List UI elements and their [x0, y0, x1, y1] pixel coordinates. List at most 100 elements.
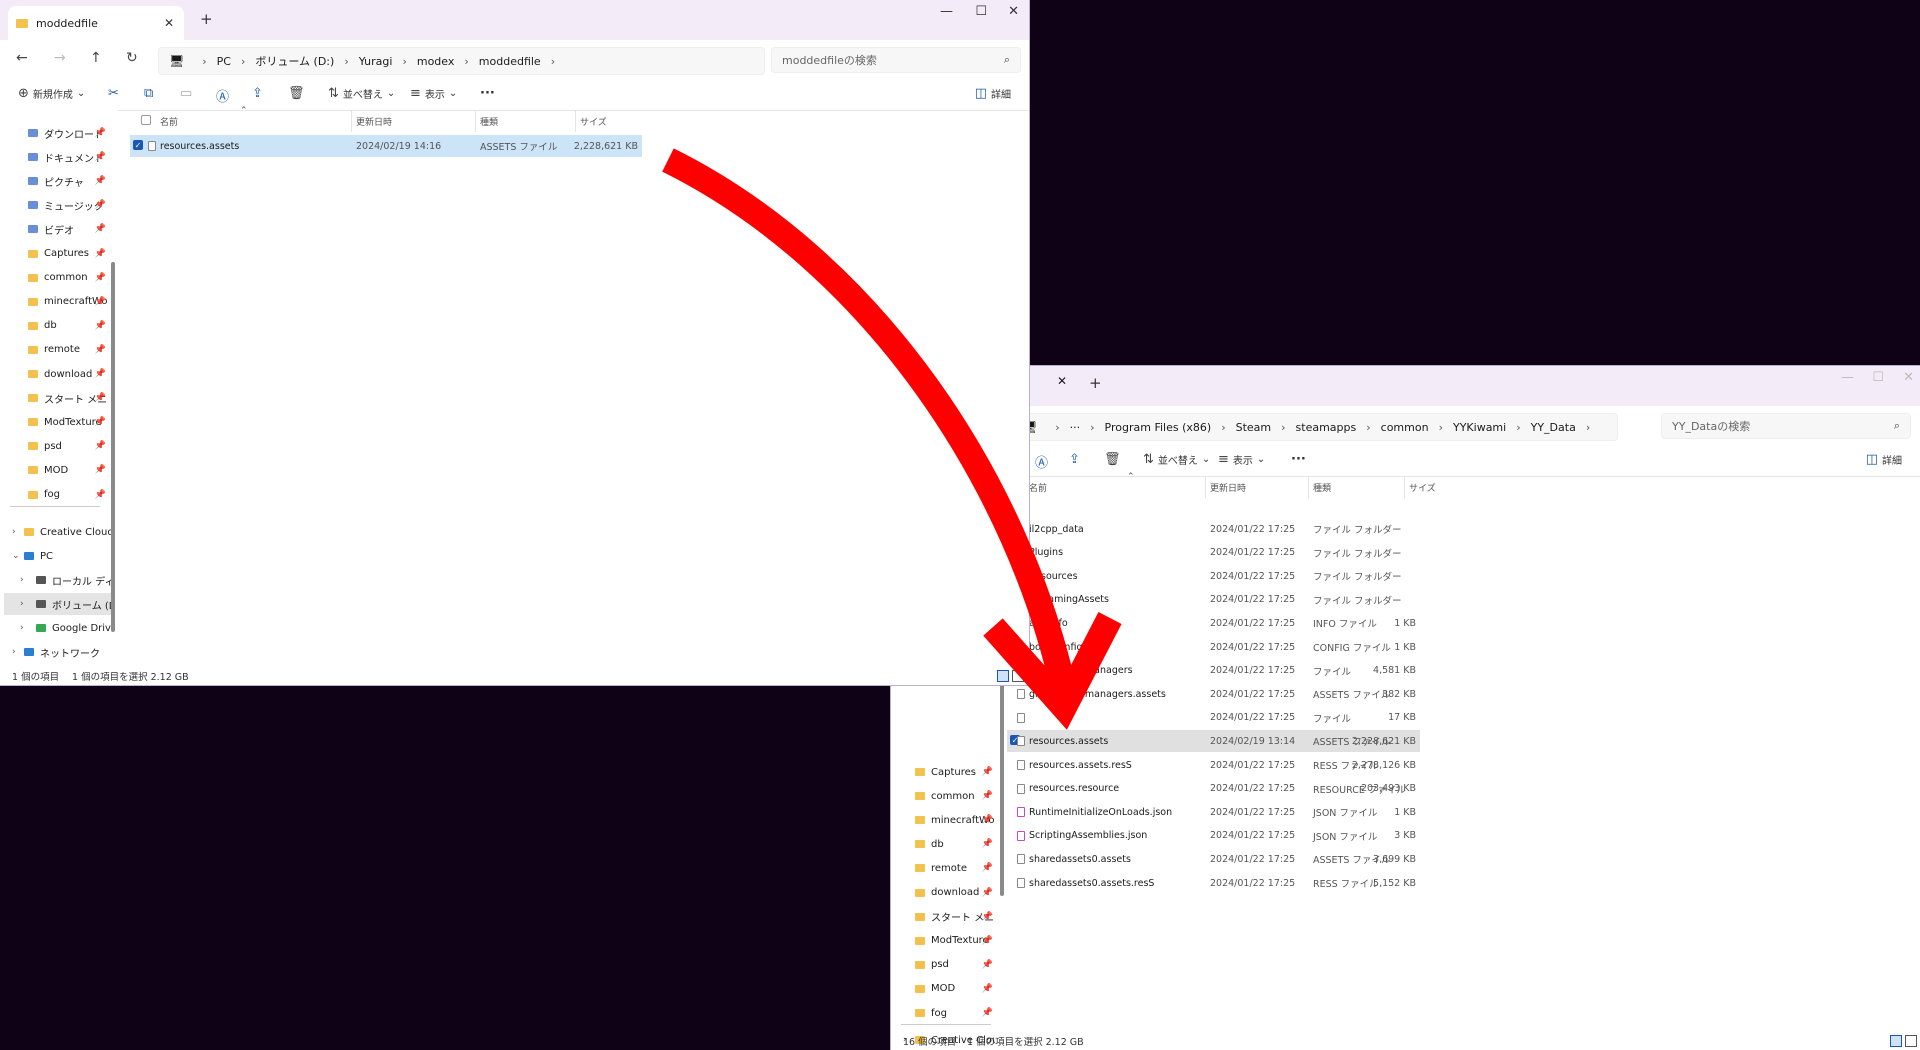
column-separator[interactable] [1205, 476, 1206, 498]
quick-access-item[interactable]: download 📌 [0, 363, 108, 385]
breadcrumb-segment[interactable]: Yuragi [359, 55, 393, 68]
file-row[interactable]: 2024/01/22 17:25 ファイル 17 KB [1007, 707, 1420, 729]
view-button[interactable]: ≡ 表示 ⌄ [1218, 452, 1265, 467]
sort-button[interactable]: ⇅ 並べ替え ⌄ [1143, 452, 1210, 467]
file-row[interactable]: ✓ resources.assets 2024/02/19 14:16 ASSETS … [130, 135, 642, 157]
column-separator[interactable] [1308, 476, 1309, 498]
column-separator[interactable] [1404, 476, 1405, 498]
details-view-button[interactable] [1890, 1035, 1902, 1047]
file-row[interactable]: resources.assets.resS 2024/01/22 17:25 RES… [1007, 754, 1420, 776]
quick-access-item[interactable]: ModTexture 📌 [0, 411, 108, 433]
file-row[interactable]: Plugins 2024/01/22 17:25 ファイル フォルダー [1007, 542, 1420, 564]
breadcrumb-segment[interactable]: ボリューム (D:) [255, 53, 334, 69]
refresh-button[interactable]: ↻ [126, 50, 138, 66]
nav-scrollbar[interactable] [1000, 656, 1004, 896]
quick-access-item[interactable]: MOD 📌 [0, 459, 108, 481]
quick-access-item[interactable]: remote 📌 [891, 857, 995, 879]
new-tab-button[interactable]: + [1089, 374, 1102, 392]
row-checkbox[interactable]: ✓ [133, 140, 143, 150]
column-header[interactable]: サイズ [580, 115, 607, 128]
forward-button[interactable]: → [54, 50, 66, 66]
column-header[interactable]: 更新日時 [356, 115, 392, 128]
search-input[interactable]: YY_Dataの検索 ⌕ [1661, 413, 1911, 439]
column-separator[interactable] [475, 110, 476, 132]
quick-access-item[interactable]: common 📌 [0, 267, 108, 289]
up-button[interactable]: ↑ [90, 50, 102, 66]
paste-button[interactable]: ▭ [180, 86, 192, 101]
chevron-right-icon[interactable]: › [20, 599, 24, 609]
quick-access-item[interactable]: ミュージック 📌 [0, 194, 108, 216]
close-tab-icon[interactable]: ✕ [164, 16, 174, 30]
column-header[interactable]: 更新日時 [1210, 481, 1246, 494]
tiles-view-button[interactable] [1012, 670, 1024, 682]
view-button[interactable]: ≡ 表示 ⌄ [410, 86, 457, 101]
details-view-button[interactable] [997, 670, 1009, 682]
cut-button[interactable]: ✂ [108, 86, 119, 101]
quick-access-item[interactable]: ダウンロード 📌 [0, 122, 108, 144]
file-row[interactable]: RuntimeInitializeOnLoads.json 2024/01/22 … [1007, 801, 1420, 823]
quick-access-item[interactable]: remote 📌 [0, 339, 108, 361]
quick-access-item[interactable]: psd 📌 [0, 435, 108, 457]
quick-access-item[interactable]: ピクチャ 📌 [0, 170, 108, 192]
quick-access-item[interactable]: psd 📌 [891, 954, 995, 976]
tree-item[interactable]: ⌄ PC [4, 545, 112, 567]
close-button[interactable]: ✕ [1008, 4, 1019, 19]
quick-access-item[interactable]: fog 📌 [891, 1002, 995, 1024]
rename-button[interactable]: Ⓐ [1035, 452, 1048, 471]
delete-button[interactable]: 🗑 [288, 86, 305, 101]
nav-scrollbar[interactable] [111, 262, 115, 632]
tree-item[interactable]: › Creative Cloud Files [4, 521, 112, 543]
details-button[interactable]: ◫ 詳細 [975, 86, 1011, 101]
file-row[interactable]: sharedassets0.assets.resS 2024/01/22 17:2… [1007, 872, 1420, 894]
chevron-right-icon[interactable]: › [12, 647, 16, 657]
maximize-button[interactable]: ☐ [1872, 370, 1884, 385]
breadcrumb-segment[interactable]: common [1381, 421, 1429, 434]
quick-access-item[interactable]: download 📌 [891, 882, 995, 904]
more-options-button[interactable]: ··· [480, 86, 495, 101]
file-row[interactable]: boot.config 2024/01/22 17:25 CONFIG ファイル 1 … [1007, 636, 1420, 658]
share-button[interactable]: ⇪ [252, 86, 263, 101]
breadcrumb-segment[interactable]: Program Files (x86) [1105, 421, 1212, 434]
breadcrumb-segment[interactable]: modex [417, 55, 455, 68]
quick-access-item[interactable]: MOD 📌 [891, 978, 995, 1000]
column-separator[interactable] [351, 110, 352, 132]
search-icon[interactable]: ⌕ [1004, 53, 1010, 67]
chevron-right-icon[interactable]: › [20, 623, 24, 633]
quick-access-item[interactable]: スタート メニュー📌 [891, 906, 995, 928]
rename-button[interactable]: Ⓐ [216, 86, 229, 105]
details-button[interactable]: ◫ 詳細 [1866, 452, 1902, 467]
copy-button[interactable]: ⧉ [144, 86, 153, 101]
chevron-right-icon[interactable]: › [20, 575, 24, 585]
close-button[interactable]: ✕ [1903, 370, 1914, 385]
breadcrumb-segment[interactable]: PC [217, 55, 231, 68]
column-header[interactable]: 種類 [480, 115, 498, 128]
quick-access-item[interactable]: Captures 📌 [891, 761, 995, 783]
file-row[interactable]: il2cpp_data 2024/01/22 17:25 ファイル フォルダー [1007, 518, 1420, 540]
breadcrumb-segment[interactable]: YYKiwami [1453, 421, 1506, 434]
more-options-button[interactable]: ··· [1291, 452, 1306, 467]
quick-access-item[interactable]: Captures 📌 [0, 243, 108, 265]
file-row[interactable]: app.info 2024/01/22 17:25 INFO ファイル 1 KB [1007, 612, 1420, 634]
file-row[interactable]: StreamingAssets 2024/01/22 17:25 ファイル フォルダ… [1007, 589, 1420, 611]
close-tab-icon[interactable]: ✕ [1057, 374, 1067, 388]
more-icon[interactable]: ··· [1070, 421, 1081, 434]
quick-access-item[interactable]: スタート メニュー📌 [0, 387, 108, 409]
column-header[interactable]: 名前 [160, 115, 178, 128]
quick-access-item[interactable]: minecraftWorld📌 [0, 291, 108, 313]
tree-item[interactable]: › ネットワーク [4, 641, 112, 663]
column-header[interactable]: 種類 [1313, 481, 1331, 494]
file-row[interactable]: ✓ resources.assets 2024/02/19 13:14 ASSETS … [1007, 730, 1420, 753]
tiles-view-button[interactable] [1905, 1035, 1917, 1047]
breadcrumb[interactable]: 🖥 › ··· › Program Files (x86) › Steam › steam… [1011, 413, 1618, 441]
file-row[interactable]: sharedassets0.assets 2024/01/22 17:25 ASSE… [1007, 848, 1420, 870]
quick-access-item[interactable]: ModTexture 📌 [891, 930, 995, 952]
maximize-button[interactable]: ☐ [975, 4, 987, 19]
delete-button[interactable]: 🗑 [1104, 452, 1121, 467]
select-all-checkbox[interactable] [141, 115, 151, 125]
tree-item[interactable]: › ローカル ディスク (C:) [4, 569, 112, 591]
tree-item[interactable]: › Google Drive (G:) [4, 617, 112, 639]
file-row[interactable]: globalgamemanagers.assets 2024/01/22 17:2… [1007, 683, 1420, 705]
search-icon[interactable]: ⌕ [1894, 419, 1900, 433]
quick-access-item[interactable]: ビデオ 📌 [0, 218, 108, 240]
quick-access-item[interactable]: ドキュメント 📌 [0, 146, 108, 168]
